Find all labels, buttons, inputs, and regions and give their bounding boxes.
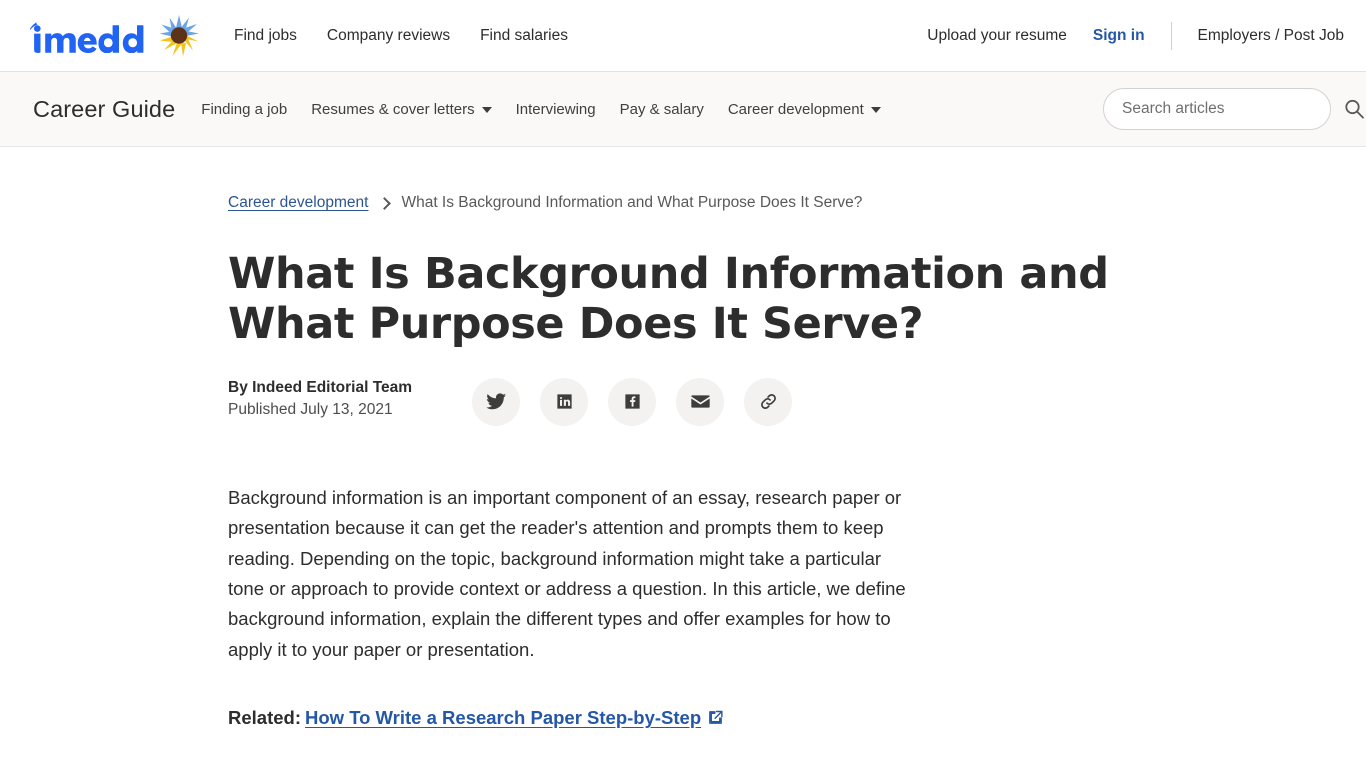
upload-resume-link[interactable]: Upload your resume [927,27,1067,45]
nav-find-jobs[interactable]: Find jobs [234,28,297,44]
breadcrumb: Career development What Is Background In… [228,194,1139,212]
sunflower-icon [144,13,202,59]
article-body: Background information is an important c… [228,483,1139,735]
guide-nav-label: Resumes & cover letters [311,100,475,118]
page-title: What Is Background Information and What … [228,249,1109,349]
byline-row: By Indeed Editorial Team Published July … [228,377,1139,426]
guide-nav-interviewing[interactable]: Interviewing [516,101,596,118]
search-area [1103,88,1366,130]
facebook-icon [624,394,640,409]
email-icon [690,395,710,408]
article-author: By Indeed Editorial Team [228,378,413,396]
breadcrumb-parent-link[interactable]: Career development [228,194,368,212]
breadcrumb-current: What Is Background Information and What … [401,194,863,211]
twitter-icon [485,393,506,410]
share-linkedin-button[interactable] [540,377,589,426]
search-icon[interactable] [1342,97,1366,121]
link-icon [760,394,776,410]
share-twitter-button[interactable] [472,377,521,426]
external-link-icon [707,705,724,735]
career-guide-nav: Finding a job Resumes & cover letters In… [201,100,881,118]
share-buttons [472,377,793,426]
main-nav: Find jobs Company reviews Find salaries [234,28,568,44]
byline: By Indeed Editorial Team Published July … [228,377,412,419]
guide-nav-career-development[interactable]: Career development [728,101,881,118]
linkedin-icon [556,394,572,409]
share-facebook-button[interactable] [608,377,657,426]
career-guide-bar: Career Guide Finding a job Resumes & cov… [0,72,1366,147]
guide-nav-label: Finding a job [201,100,288,118]
career-guide-title[interactable]: Career Guide [33,96,175,123]
share-email-button[interactable] [676,377,725,426]
related-article-link[interactable]: How To Write a Research Paper Step-by-St… [305,707,701,728]
chevron-right-icon [378,196,392,210]
sign-in-link[interactable]: Sign in [1093,27,1145,45]
employers-post-job-link[interactable]: Employers / Post Job [1198,27,1344,45]
page-body: Career development What Is Background In… [0,147,1366,735]
header-divider [1170,21,1172,50]
top-header: Find jobs Company reviews Find salaries … [0,0,1366,72]
search-input[interactable] [1103,88,1331,130]
article-published-date: Published July 13, 2021 [228,400,393,418]
guide-nav-label: Interviewing [515,100,596,118]
related-link-row: Related: How To Write a Research Paper St… [228,703,1139,735]
indeed-logo[interactable] [26,19,144,53]
guide-nav-finding-a-job[interactable]: Finding a job [201,101,287,118]
guide-nav-pay-salary[interactable]: Pay & salary [620,101,704,118]
guide-nav-label: Career development [727,100,864,118]
chevron-down-icon [481,107,492,113]
related-label: Related: [228,707,301,729]
article-intro-paragraph: Background information is an important c… [228,486,906,660]
nav-company-reviews[interactable]: Company reviews [327,28,450,44]
guide-nav-resumes-cover-letters[interactable]: Resumes & cover letters [311,100,492,118]
share-copy-link-button[interactable] [744,377,793,426]
guide-nav-label: Pay & salary [619,100,704,118]
chevron-down-icon [870,107,881,113]
article-container: Career development What Is Background In… [227,194,1139,735]
brand-block[interactable] [26,13,202,59]
nav-find-salaries[interactable]: Find salaries [480,28,568,44]
header-right-actions: Upload your resume Sign in Employers / P… [927,21,1344,50]
